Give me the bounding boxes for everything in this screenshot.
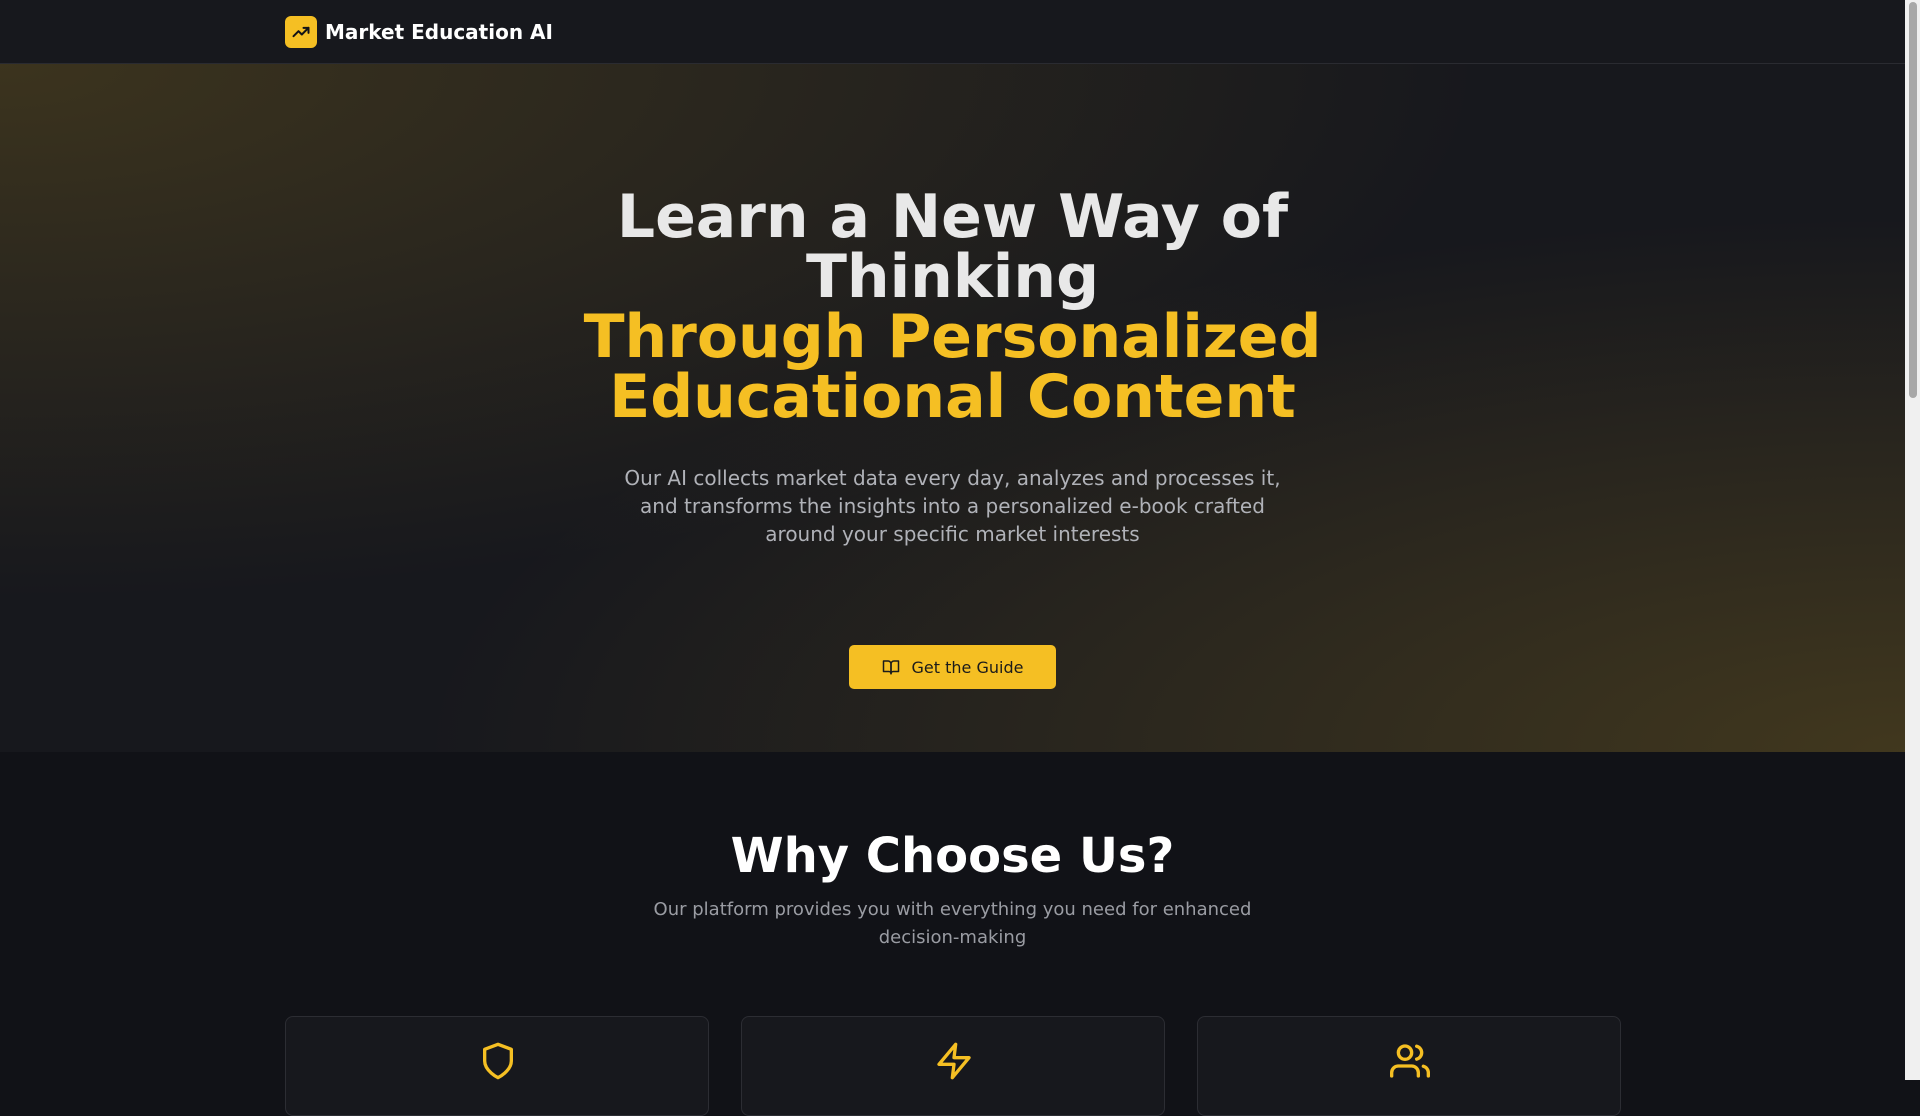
lightning-icon (934, 1041, 974, 1081)
get-guide-label: Get the Guide (911, 657, 1024, 677)
feature-card-1 (285, 1016, 709, 1116)
features-subtitle: Our platform provides you with everythin… (653, 899, 1252, 948)
users-icon (1390, 1041, 1430, 1081)
hero-headline: Learn a New Way of Thinking Through Pers… (560, 187, 1345, 427)
page-scrollbar[interactable] (1905, 0, 1920, 1080)
hero-headline-line-1: Learn a New Way of Thinking (616, 182, 1289, 312)
book-open-icon (882, 658, 900, 676)
hero-section: Learn a New Way of Thinking Through Pers… (0, 64, 1905, 752)
hero-description: Our AI collects market data every day, a… (624, 466, 1281, 546)
shield-icon (478, 1041, 518, 1081)
feature-card-3 (1197, 1016, 1621, 1116)
top-navbar: Market Education AI (0, 0, 1905, 64)
features-title: Why Choose Us? (730, 828, 1175, 884)
trending-up-chart-icon (285, 16, 317, 48)
brand-link[interactable]: Market Education AI (285, 16, 553, 48)
scrollbar-thumb[interactable] (1909, 2, 1917, 398)
get-guide-button[interactable]: Get the Guide (849, 645, 1056, 689)
brand-name: Market Education AI (325, 20, 553, 44)
feature-card-2 (741, 1016, 1165, 1116)
hero-headline-line-2: Through Personalized Educational Content (583, 302, 1322, 432)
